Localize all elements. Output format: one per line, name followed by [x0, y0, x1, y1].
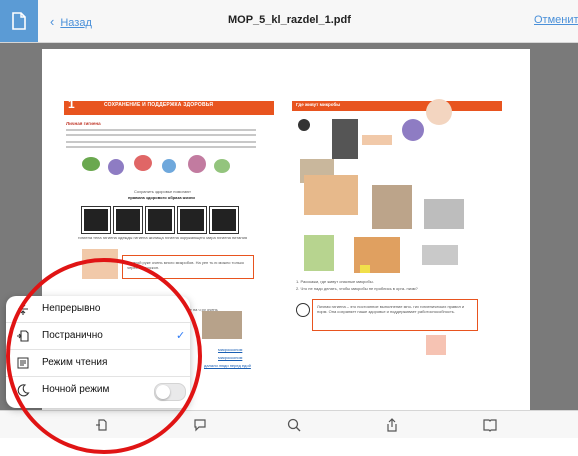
stairs-illustration — [372, 185, 412, 229]
microbes-note: Но этой руке очень много микробов. На уе… — [122, 255, 254, 279]
plant-illustration — [304, 235, 334, 271]
child-face-illustration — [426, 99, 452, 125]
definition-box: Личная гигиена – это постоянное выполнен… — [312, 299, 478, 331]
bottom-toolbar — [0, 410, 578, 439]
menu-item-label: Режим чтения — [42, 357, 108, 368]
rules-caption-line1: Сохранить здоровье помогают — [134, 189, 191, 194]
back-button[interactable]: ‹ Назад — [50, 14, 92, 29]
reading-mode-icon — [17, 357, 29, 369]
microbe-illustration — [162, 159, 176, 173]
text-line — [66, 146, 256, 148]
share-icon[interactable] — [384, 417, 400, 433]
menu-item-label: Непрерывно — [42, 303, 101, 314]
bookmark-book-icon[interactable] — [482, 417, 498, 433]
search-icon[interactable] — [286, 417, 302, 433]
microbe-illustration — [402, 119, 424, 141]
link-microscope-1[interactable]: микроскопом — [218, 347, 242, 352]
card-label-home: гигиена жилища — [133, 235, 164, 240]
house-icon — [145, 206, 175, 234]
dirty-hand-illustration — [202, 311, 242, 339]
document-title: MOP_5_kl_razdel_1.pdf — [228, 14, 351, 26]
menu-item-reading-mode[interactable]: Режим чтения — [6, 350, 190, 377]
comment-icon[interactable] — [192, 417, 208, 433]
document-icon — [12, 12, 26, 30]
hand-illustration — [82, 249, 118, 279]
view-mode-icon[interactable] — [94, 417, 110, 433]
pigeon-illustration — [422, 245, 458, 265]
microbe-illustration — [134, 155, 152, 171]
moon-icon — [17, 384, 30, 397]
question-2: 2. Что не надо делать, чтобы микробы не … — [296, 286, 418, 291]
right-heading: Где живут микробы — [296, 102, 341, 107]
back-label: Назад — [60, 17, 92, 29]
question-1: 1. Расскажи, где живут опасные микробы. — [296, 279, 374, 284]
shopping-cart-illustration — [424, 199, 464, 229]
card-label-body: гигиена тела — [78, 235, 102, 240]
menu-item-page-by-page[interactable]: Постранично ✓ — [6, 323, 190, 350]
hand-icon — [81, 206, 111, 234]
eye-icon — [298, 119, 310, 131]
section-subheading: Личная гигиена — [66, 121, 101, 126]
text-line — [66, 129, 256, 131]
card-label-clothes: гигиена одежды — [102, 235, 133, 240]
menu-item-label: Постранично — [42, 330, 103, 341]
night-mode-toggle[interactable] — [154, 383, 186, 401]
menu-item-label: Ночной режим — [42, 384, 110, 395]
tree-icon — [177, 206, 207, 234]
finger-illustration — [362, 135, 392, 145]
card-label-environment: гигиена окружающего мира — [164, 235, 216, 240]
cancel-button[interactable]: Отменить — [534, 14, 578, 26]
menu-item-night-mode[interactable]: Ночной режим — [6, 377, 190, 403]
boy-eating-illustration — [304, 175, 358, 215]
part-number: 1 — [68, 97, 75, 111]
text-line — [66, 141, 256, 143]
phone-illustration — [332, 119, 358, 159]
continuous-scroll-icon — [18, 303, 28, 315]
thinking-head-icon — [296, 303, 310, 317]
link-microscope-2[interactable]: микроскопом — [218, 355, 242, 360]
page-by-page-icon — [17, 330, 29, 342]
chevron-left-icon: ‹ — [50, 14, 55, 29]
microbe-illustration — [188, 155, 206, 173]
checkmark-icon: ✓ — [176, 330, 186, 342]
microbes-note-text: Но этой руке очень много микробов. На уе… — [127, 260, 245, 270]
card-label-food: гигиена питания — [216, 235, 248, 240]
hygiene-card-labels: гигиена тела гигиена одежды гигиена жили… — [78, 235, 258, 240]
rules-caption-line2: правила здорового образа жизни — [128, 195, 195, 200]
apple-icon — [209, 206, 239, 234]
toggle-knob — [156, 385, 170, 399]
below-toolbar-area — [0, 438, 578, 456]
chapter-heading: СОХРАНЕНИЕ И ПОДДЕРЖКА ЗДОРОВЬЯ — [104, 102, 214, 108]
sticky-note-icon[interactable] — [360, 265, 370, 273]
shirt-icon — [113, 206, 143, 234]
pdf-reader-window: ‹Назад MOP_5_kl_razdel_1.pdf Отменить 1 … — [0, 0, 578, 456]
link-hand-washing[interactable]: далали люди перед едой — [204, 363, 251, 368]
microbe-illustration — [108, 159, 124, 175]
menu-item-continuous[interactable]: Непрерывно — [6, 296, 190, 323]
microbe-illustration — [82, 157, 100, 171]
page-number-badge — [426, 335, 446, 355]
top-toolbar: ‹ Назад MOP_5_kl_razdel_1.pdf Отменить — [0, 0, 578, 43]
definition-text: Личная гигиена – это постоянное выполнен… — [317, 304, 465, 314]
document-app-icon[interactable] — [0, 0, 38, 42]
text-line — [66, 134, 256, 136]
microbe-illustration — [214, 159, 230, 173]
view-mode-menu: Непрерывно Постранично ✓ Режим чтения Но… — [6, 296, 190, 408]
